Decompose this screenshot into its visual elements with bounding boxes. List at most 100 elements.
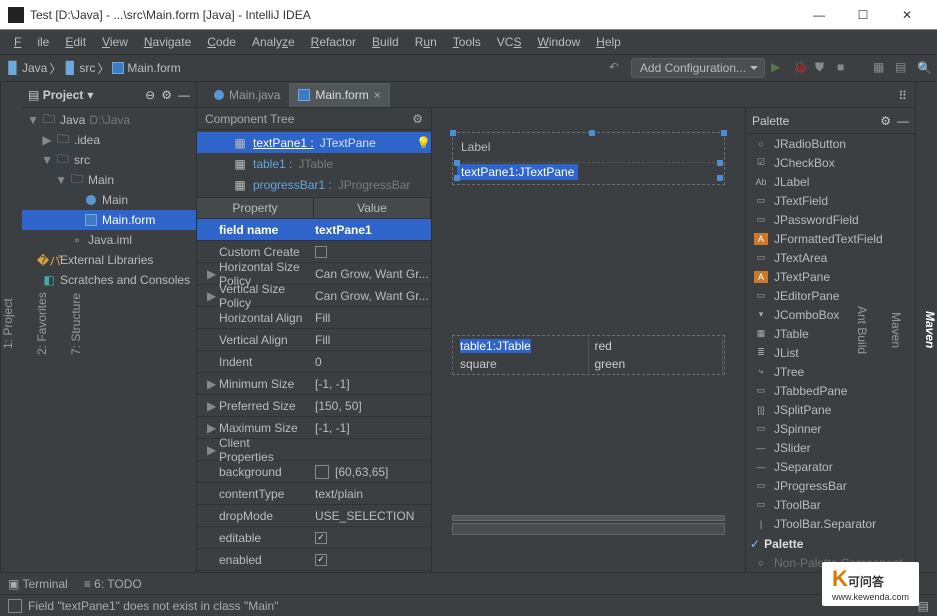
- close-button[interactable]: ✕: [885, 0, 929, 29]
- property-value[interactable]: [150, 50]: [307, 399, 431, 413]
- table-cell[interactable]: red: [589, 337, 724, 355]
- menu-run[interactable]: Run: [407, 32, 445, 52]
- property-row[interactable]: Vertical AlignFill: [197, 328, 431, 350]
- palette-item[interactable]: ▭JTextArea: [746, 248, 915, 267]
- tree-node[interactable]: ▼🗀src: [22, 150, 196, 170]
- palette-item[interactable]: |JToolBar.Separator: [746, 514, 915, 533]
- property-row[interactable]: field nametextPane1: [197, 218, 431, 240]
- coverage-icon[interactable]: ⛊: [815, 60, 831, 76]
- layout-icon[interactable]: ▦: [873, 60, 889, 76]
- menu-navigate[interactable]: Navigate: [136, 32, 199, 52]
- table-selection-badge[interactable]: table1:JTable: [460, 339, 531, 353]
- property-value[interactable]: 0: [307, 355, 431, 369]
- run-icon[interactable]: ▶: [771, 60, 787, 76]
- show-expert-toggle[interactable]: Show expert properties: [197, 570, 431, 572]
- menu-file[interactable]: File: [6, 32, 57, 52]
- palette-item[interactable]: ▭JPasswordField: [746, 210, 915, 229]
- property-row[interactable]: ▶Preferred Size[150, 50]: [197, 394, 431, 416]
- tab-overflow-icon[interactable]: ⠿: [890, 85, 915, 107]
- expand-icon[interactable]: ▶: [207, 289, 215, 303]
- gear-icon[interactable]: ⚙: [880, 114, 891, 128]
- palette-item[interactable]: ▭JToolBar: [746, 495, 915, 514]
- palette-item[interactable]: —JSlider: [746, 438, 915, 457]
- breadcrumb-item[interactable]: Main.form: [127, 61, 180, 75]
- expand-icon[interactable]: ▶: [207, 399, 215, 413]
- menu-edit[interactable]: Edit: [57, 32, 94, 52]
- breadcrumb-item[interactable]: Java: [22, 61, 47, 75]
- property-value[interactable]: [-1, -1]: [307, 421, 431, 435]
- palette-item[interactable]: [|]JSplitPane: [746, 400, 915, 419]
- form-designer-canvas[interactable]: 💡 Label textPane1:JTextPane table1:JTabl…: [432, 108, 745, 572]
- property-value[interactable]: Can Grow, Want Gr...: [307, 267, 431, 281]
- tree-twisty[interactable]: ▼: [28, 113, 38, 127]
- palette-item[interactable]: AJFormattedTextField: [746, 229, 915, 248]
- palette-item[interactable]: ▭JProgressBar: [746, 476, 915, 495]
- component-tree-item[interactable]: ▦table1 : JTable: [197, 153, 431, 174]
- tree-node[interactable]: ▼🗀Java D:\Java: [22, 110, 196, 130]
- property-row[interactable]: dropModeUSE_SELECTION: [197, 504, 431, 526]
- property-value[interactable]: [307, 246, 431, 258]
- menu-tools[interactable]: Tools: [445, 32, 489, 52]
- jtable-preview[interactable]: table1:JTable red square green: [452, 335, 725, 375]
- tree-node[interactable]: Main: [22, 190, 196, 210]
- tab-main-java[interactable]: Main.java: [205, 83, 289, 107]
- jlabel-preview[interactable]: Label: [457, 137, 720, 163]
- property-value[interactable]: USE_SELECTION: [307, 509, 431, 523]
- menu-vcs[interactable]: VCS: [489, 32, 530, 52]
- menu-analyze[interactable]: Analyze: [244, 32, 303, 52]
- palette-item[interactable]: ▭JSpinner: [746, 419, 915, 438]
- maximize-button[interactable]: ☐: [841, 0, 885, 29]
- gear-icon[interactable]: ⚙: [412, 112, 423, 126]
- hide-icon[interactable]: —: [178, 88, 190, 102]
- debug-icon[interactable]: 🐞: [793, 60, 809, 76]
- menu-view[interactable]: View: [94, 32, 136, 52]
- settings-icon[interactable]: ▤: [895, 60, 911, 76]
- property-row[interactable]: editable✓: [197, 526, 431, 548]
- jprogressbar-preview-2[interactable]: [452, 523, 725, 535]
- tree-twisty[interactable]: ▼: [56, 173, 66, 187]
- menu-window[interactable]: Window: [529, 32, 588, 52]
- collapse-icon[interactable]: ⊖: [145, 88, 155, 102]
- property-value[interactable]: [-1, -1]: [307, 377, 431, 391]
- property-row[interactable]: ▶Minimum Size[-1, -1]: [197, 372, 431, 394]
- property-row[interactable]: enabled✓: [197, 548, 431, 570]
- palette-item[interactable]: ▭JTextField: [746, 191, 915, 210]
- palette-item[interactable]: AJTextPane: [746, 267, 915, 286]
- tool-ant[interactable]: Ant Build: [855, 306, 869, 354]
- menu-build[interactable]: Build: [364, 32, 407, 52]
- component-tree-item[interactable]: ▦progressBar1 : JProgressBar: [197, 174, 431, 195]
- tool-project[interactable]: 1: Project: [1, 299, 15, 350]
- tree-node[interactable]: ▼🗀Main: [22, 170, 196, 190]
- property-value[interactable]: ✓: [307, 532, 431, 544]
- expand-icon[interactable]: ▶: [207, 267, 215, 281]
- back-icon[interactable]: ↶: [609, 60, 625, 76]
- stop-icon[interactable]: ■: [837, 60, 853, 76]
- breadcrumb[interactable]: ▉ Java 〉 ▉ src 〉 Main.form: [6, 60, 181, 77]
- tree-node[interactable]: �パExternal Libraries: [22, 250, 196, 270]
- palette-item[interactable]: ○JRadioButton: [746, 134, 915, 153]
- property-row[interactable]: ▶Vertical Size PolicyCan Grow, Want Gr..…: [197, 284, 431, 306]
- design-root-panel[interactable]: Label textPane1:JTextPane: [452, 132, 725, 185]
- property-rows[interactable]: field nametextPane1Custom Create▶Horizon…: [197, 218, 431, 570]
- intention-bulb-icon[interactable]: 💡: [416, 136, 431, 150]
- selected-component-badge[interactable]: textPane1:JTextPane: [457, 164, 578, 180]
- breadcrumb-item[interactable]: src: [79, 61, 95, 75]
- tree-node[interactable]: ◧Scratches and Consoles: [22, 270, 196, 290]
- expand-icon[interactable]: ▶: [207, 377, 215, 391]
- property-value[interactable]: ✓: [307, 554, 431, 566]
- color-swatch[interactable]: [315, 465, 329, 479]
- property-value[interactable]: [60,63,65]: [307, 465, 431, 479]
- property-value[interactable]: text/plain: [307, 487, 431, 501]
- property-value[interactable]: textPane1: [307, 223, 431, 237]
- search-icon[interactable]: 🔍: [917, 61, 931, 75]
- tree-node[interactable]: ▶🗀.idea: [22, 130, 196, 150]
- palette-item[interactable]: ▭JTabbedPane: [746, 381, 915, 400]
- component-tree[interactable]: ▦textPane1 : JTextPane▦table1 : JTable▦p…: [197, 130, 431, 198]
- hide-icon[interactable]: —: [897, 114, 909, 128]
- gear-icon[interactable]: ⚙: [161, 88, 172, 102]
- property-row[interactable]: Indent0: [197, 350, 431, 372]
- tree-node[interactable]: ▫Java.iml: [22, 230, 196, 250]
- property-row[interactable]: contentTypetext/plain: [197, 482, 431, 504]
- property-value[interactable]: Fill: [307, 311, 431, 325]
- jprogressbar-preview[interactable]: [452, 515, 725, 521]
